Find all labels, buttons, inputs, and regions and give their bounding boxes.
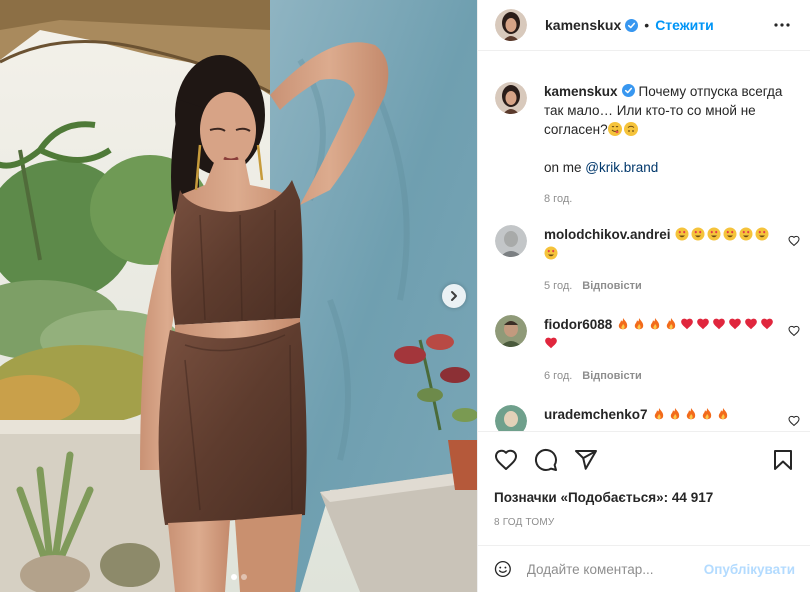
post-actions: Позначки «Подобається»: 44 917 8 ГОД ТОМ…: [478, 431, 810, 528]
reply-button[interactable]: Відповісти: [582, 370, 641, 382]
paper-plane-icon: [575, 449, 597, 470]
caption-username[interactable]: kamenskux: [544, 84, 618, 99]
fire-icon: [684, 407, 698, 421]
verified-badge-icon: [621, 84, 635, 97]
bookmark-icon: [774, 449, 792, 470]
heart-eyes-icon: [739, 227, 753, 241]
likes-count[interactable]: Позначки «Подобається»: 44 917: [494, 490, 795, 505]
verified-badge-icon: [625, 18, 639, 32]
red-heart-icon: [728, 317, 742, 331]
heart-eyes-icon: [675, 227, 689, 241]
carousel-dot: [230, 574, 237, 580]
post-details-panel: kamenskux • Стежити kamenskux Почему отпу…: [477, 0, 810, 592]
likes-number: 44 917: [671, 490, 714, 505]
comment-username[interactable]: urademchenko7: [544, 407, 648, 422]
separator-dot: •: [644, 17, 650, 33]
post-comment-button[interactable]: Опублікувати: [704, 562, 795, 577]
comment-username[interactable]: fiodor6088: [544, 317, 612, 332]
comment-username[interactable]: molodchikov.andrei: [544, 227, 671, 242]
more-options-button[interactable]: [770, 23, 794, 27]
post-photo: [0, 0, 477, 592]
avatar[interactable]: [495, 405, 527, 431]
avatar[interactable]: [495, 225, 527, 257]
like-button[interactable]: [494, 448, 518, 472]
follow-button[interactable]: Стежити: [655, 17, 714, 33]
heart-eyes-icon: [723, 227, 737, 241]
fire-icon: [648, 317, 662, 331]
red-heart-icon: [760, 317, 774, 331]
share-button[interactable]: [574, 448, 598, 472]
post-media[interactable]: [0, 0, 477, 592]
fire-icon: [700, 407, 714, 421]
red-heart-icon: [696, 317, 710, 331]
comment-input[interactable]: [526, 561, 704, 577]
save-button[interactable]: [771, 448, 795, 472]
avatar[interactable]: [495, 9, 527, 41]
red-heart-icon: [544, 336, 558, 350]
comment-time: 5 год.: [544, 280, 573, 292]
like-comment-heart-icon[interactable]: [788, 415, 800, 427]
reply-button[interactable]: Відповісти: [582, 280, 641, 292]
fire-icon: [632, 317, 646, 331]
caption-on-me-label: on me: [544, 160, 582, 175]
comment-time: 6 год.: [544, 370, 573, 382]
red-heart-icon: [744, 317, 758, 331]
mention-link[interactable]: @krik.brand: [585, 160, 658, 175]
comment-emojis: [652, 407, 732, 422]
fire-icon: [616, 317, 630, 331]
post-header: kamenskux • Стежити: [478, 0, 810, 51]
carousel-next-button[interactable]: [442, 284, 466, 308]
avatar[interactable]: [495, 315, 527, 347]
upside-down-face-icon: [623, 122, 638, 136]
carousel-dot: [240, 574, 247, 580]
carousel-indicator: [0, 574, 477, 580]
emoji-picker-icon[interactable]: [494, 557, 512, 581]
avatar[interactable]: [495, 82, 527, 114]
heart-eyes-icon: [691, 227, 705, 241]
red-heart-icon: [680, 317, 694, 331]
heart-icon: [495, 449, 517, 470]
action-bar: [494, 432, 795, 487]
fire-icon: [668, 407, 682, 421]
comment-button[interactable]: [534, 448, 558, 472]
more-horizontal-icon: [774, 23, 790, 27]
fire-icon: [652, 407, 666, 421]
comments-list[interactable]: kamenskux Почему отпуска всегда так мало……: [478, 51, 810, 431]
post-timestamp[interactable]: 8 ГОД ТОМУ: [494, 517, 795, 528]
comment-bubble-icon: [534, 448, 557, 471]
like-comment-heart-icon[interactable]: [788, 235, 800, 247]
author-username[interactable]: kamenskux: [545, 17, 621, 33]
fire-icon: [716, 407, 730, 421]
heart-eyes-icon: [755, 227, 769, 241]
chevron-right-icon: [451, 291, 457, 301]
caption-time: 8 год.: [544, 193, 573, 205]
yum-face-icon: [607, 122, 622, 136]
like-comment-heart-icon[interactable]: [788, 325, 800, 337]
fire-icon: [664, 317, 678, 331]
likes-label: Позначки «Подобається»:: [494, 490, 669, 505]
add-comment-bar: Опублікувати: [478, 545, 810, 592]
heart-eyes-icon: [707, 227, 721, 241]
red-heart-icon: [712, 317, 726, 331]
heart-eyes-icon: [544, 246, 558, 260]
